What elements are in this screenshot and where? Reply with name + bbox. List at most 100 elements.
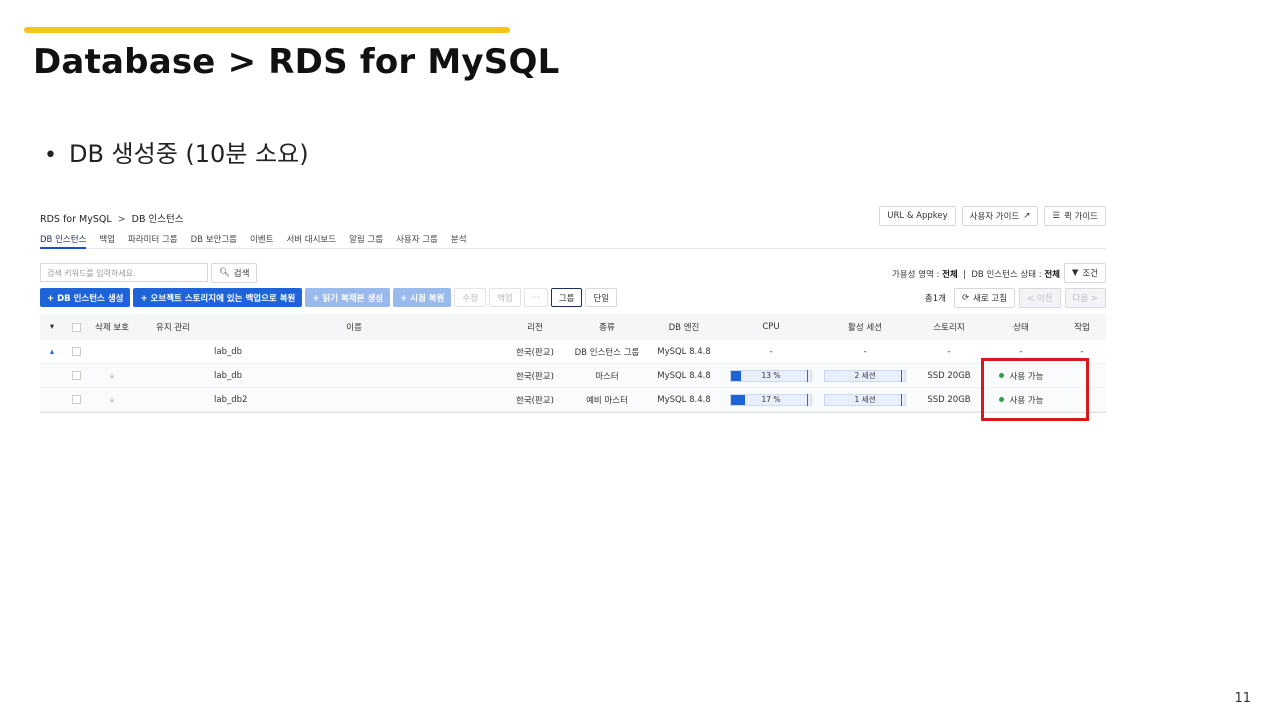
search-row: 검색 키워드를 입력하세요. 🔍︎ 검색 가용성 영역 : 전체 | DB 인스턴… [40,263,1106,283]
tab-alert-group[interactable]: 알림 그룹 [349,233,383,249]
slide-title: Database > RDS for MySQL [33,42,560,82]
tab-db-instance[interactable]: DB 인스턴스 [40,233,87,249]
single-view-toggle[interactable]: 단일 [585,288,618,307]
breadcrumb-separator: > [117,214,126,225]
quick-guide-button[interactable]: ☰ 퀵 가이드 [1044,206,1106,226]
cpu-bar: 17 % [726,388,816,411]
table-row[interactable]: 🔒︎ lab_db 한국(판교) 마스터 MySQL 8.4.8 13 % 2 … [40,364,1106,388]
instance-engine: MySQL 8.4.8 [657,394,711,405]
tab-server-dashboard[interactable]: 서버 대시보드 [286,233,336,249]
search-input[interactable]: 검색 키워드를 입력하세요. [40,263,208,282]
session-bar: 2 세션 [818,364,912,387]
instance-name[interactable]: lab_db [214,364,414,387]
user-guide-label: 사용자 가이드 [969,212,1020,222]
instance-storage: SSD 20GB [927,394,971,405]
create-read-replica-button[interactable]: + 읽기 복제본 생성 [305,288,391,307]
bullet-item: • DB 생성중 (10분 소요) [44,134,309,169]
refresh-button[interactable]: ⟳ 새로 고침 [953,288,1016,308]
condition-filter-button[interactable]: ▼ 조건 [1063,263,1106,283]
instance-table: ▾ 삭제 보호 유지 관리 이름 리전 종류 DB 엔진 CPU 활성 세션 스… [40,314,1106,412]
rds-console-screenshot: RDS for MySQL > DB 인스턴스 URL & Appkey 사용자 가… [40,205,1106,420]
zone-filter-value: 전체 [942,270,958,280]
status-highlight-box [981,358,1089,421]
table-row-group[interactable]: ▴ lab_db 한국(판교) DB 인스턴스 그룹 MySQL 8.4.8 -… [40,340,1106,364]
tab-user-group[interactable]: 사용자 그룹 [396,233,438,249]
backup-button[interactable]: 백업 [489,288,521,307]
tab-bar: DB 인스턴스 백업 파라미터 그룹 DB 보안그룹 이벤트 서버 대시보드 알… [40,233,1106,249]
breadcrumb-root[interactable]: RDS for MySQL [40,214,112,225]
tab-security-group[interactable]: DB 보안그룹 [191,233,237,249]
external-link-icon: ↗ [1023,211,1031,221]
instance-region: 한국(판교) [516,371,554,382]
point-in-time-restore-button[interactable]: + 시점 복원 [393,288,452,307]
tab-analysis[interactable]: 분석 [451,233,467,249]
tab-event[interactable]: 이벤트 [250,233,273,249]
refresh-icon: ⟳ [961,293,970,303]
cpu-bar-fill [731,394,745,405]
lock-icon: 🔒︎ [109,370,115,381]
total-count: 총1개 [924,294,946,304]
user-guide-button[interactable]: 사용자 가이드 ↗ [961,206,1039,226]
table-bottom-border [40,412,1106,413]
page-number: 11 [1234,691,1251,706]
col-job: 작업 [1074,323,1090,333]
group-name: lab_db [214,346,243,357]
tab-backup[interactable]: 백업 [99,233,115,249]
restore-from-object-storage-button[interactable]: + 오브젝트 스토리지에 있는 백업으로 복원 [133,288,303,307]
cpu-bar-label: 17 % [761,395,781,404]
state-filter-label: DB 인스턴스 상태 : [971,270,1042,280]
group-type: DB 인스턴스 그룹 [574,347,640,358]
session-bar-label: 2 세션 [854,371,876,380]
cpu-bar-fill [731,370,742,381]
refresh-label: 새로 고침 [973,294,1008,304]
action-toolbar: + DB 인스턴스 생성 + 오브젝트 스토리지에 있는 백업으로 복원 + 읽… [40,288,1106,308]
prev-page-button[interactable]: < 이전 [1019,288,1061,308]
col-maintenance: 유지 관리 [156,323,190,333]
cpu-bar: 13 % [726,364,816,387]
instance-name[interactable]: lab_db2 [214,388,414,411]
more-button[interactable]: ··· [523,288,548,307]
col-cpu: CPU [762,322,780,332]
group-sessions: - [863,346,867,357]
title-accent-bar [24,27,510,33]
instance-type: 마스터 [595,371,619,382]
collapse-icon[interactable]: ▴ [40,340,64,363]
row-checkbox[interactable] [64,388,88,411]
row-checkbox[interactable] [64,364,88,387]
col-delete-protect: 삭제 보호 [95,323,129,333]
create-instance-button[interactable]: + DB 인스턴스 생성 [40,288,131,307]
col-type: 종류 [599,323,615,333]
group-cpu: - [769,346,773,357]
expand-all-icon[interactable]: ▾ [40,314,64,340]
col-active-sessions: 활성 세션 [848,323,882,333]
tab-parameter-group[interactable]: 파라미터 그룹 [128,233,178,249]
zone-filter-label: 가용성 영역 : [891,270,940,280]
group-view-toggle[interactable]: 그룹 [550,288,583,307]
state-filter-value: 전체 [1044,270,1060,280]
table-row[interactable]: 🔒︎ lab_db2 한국(판교) 예비 마스터 MySQL 8.4.8 17 … [40,388,1106,412]
row-checkbox[interactable] [64,340,88,363]
col-region: 리전 [527,323,543,333]
top-right-buttons: URL & Appkey 사용자 가이드 ↗ ☰ 퀵 가이드 [879,206,1106,226]
table-header: ▾ 삭제 보호 유지 관리 이름 리전 종류 DB 엔진 CPU 활성 세션 스… [40,314,1106,340]
instance-region: 한국(판교) [516,395,554,406]
group-storage: - [947,346,951,357]
url-appkey-label: URL & Appkey [887,211,948,221]
search-button[interactable]: 🔍︎ 검색 [211,263,258,283]
group-engine: MySQL 8.4.8 [657,346,711,357]
condition-filter-label: 조건 [1082,269,1098,279]
session-bar-label: 1 세션 [854,395,876,404]
col-storage: 스토리지 [933,323,965,333]
instance-type: 예비 마스터 [586,395,628,406]
instance-engine: MySQL 8.4.8 [657,370,711,381]
select-all-checkbox[interactable] [64,314,88,340]
session-bar: 1 세션 [818,388,912,411]
next-page-button[interactable]: 다음 > [1064,288,1106,308]
quick-guide-label: 퀵 가이드 [1064,212,1098,222]
modify-button[interactable]: 수정 [454,288,487,307]
search-icon: 🔍︎ [219,268,230,278]
group-region: 한국(판교) [516,347,554,358]
instance-storage: SSD 20GB [927,370,971,381]
url-appkey-button[interactable]: URL & Appkey [879,206,956,226]
col-engine: DB 엔진 [668,323,700,333]
